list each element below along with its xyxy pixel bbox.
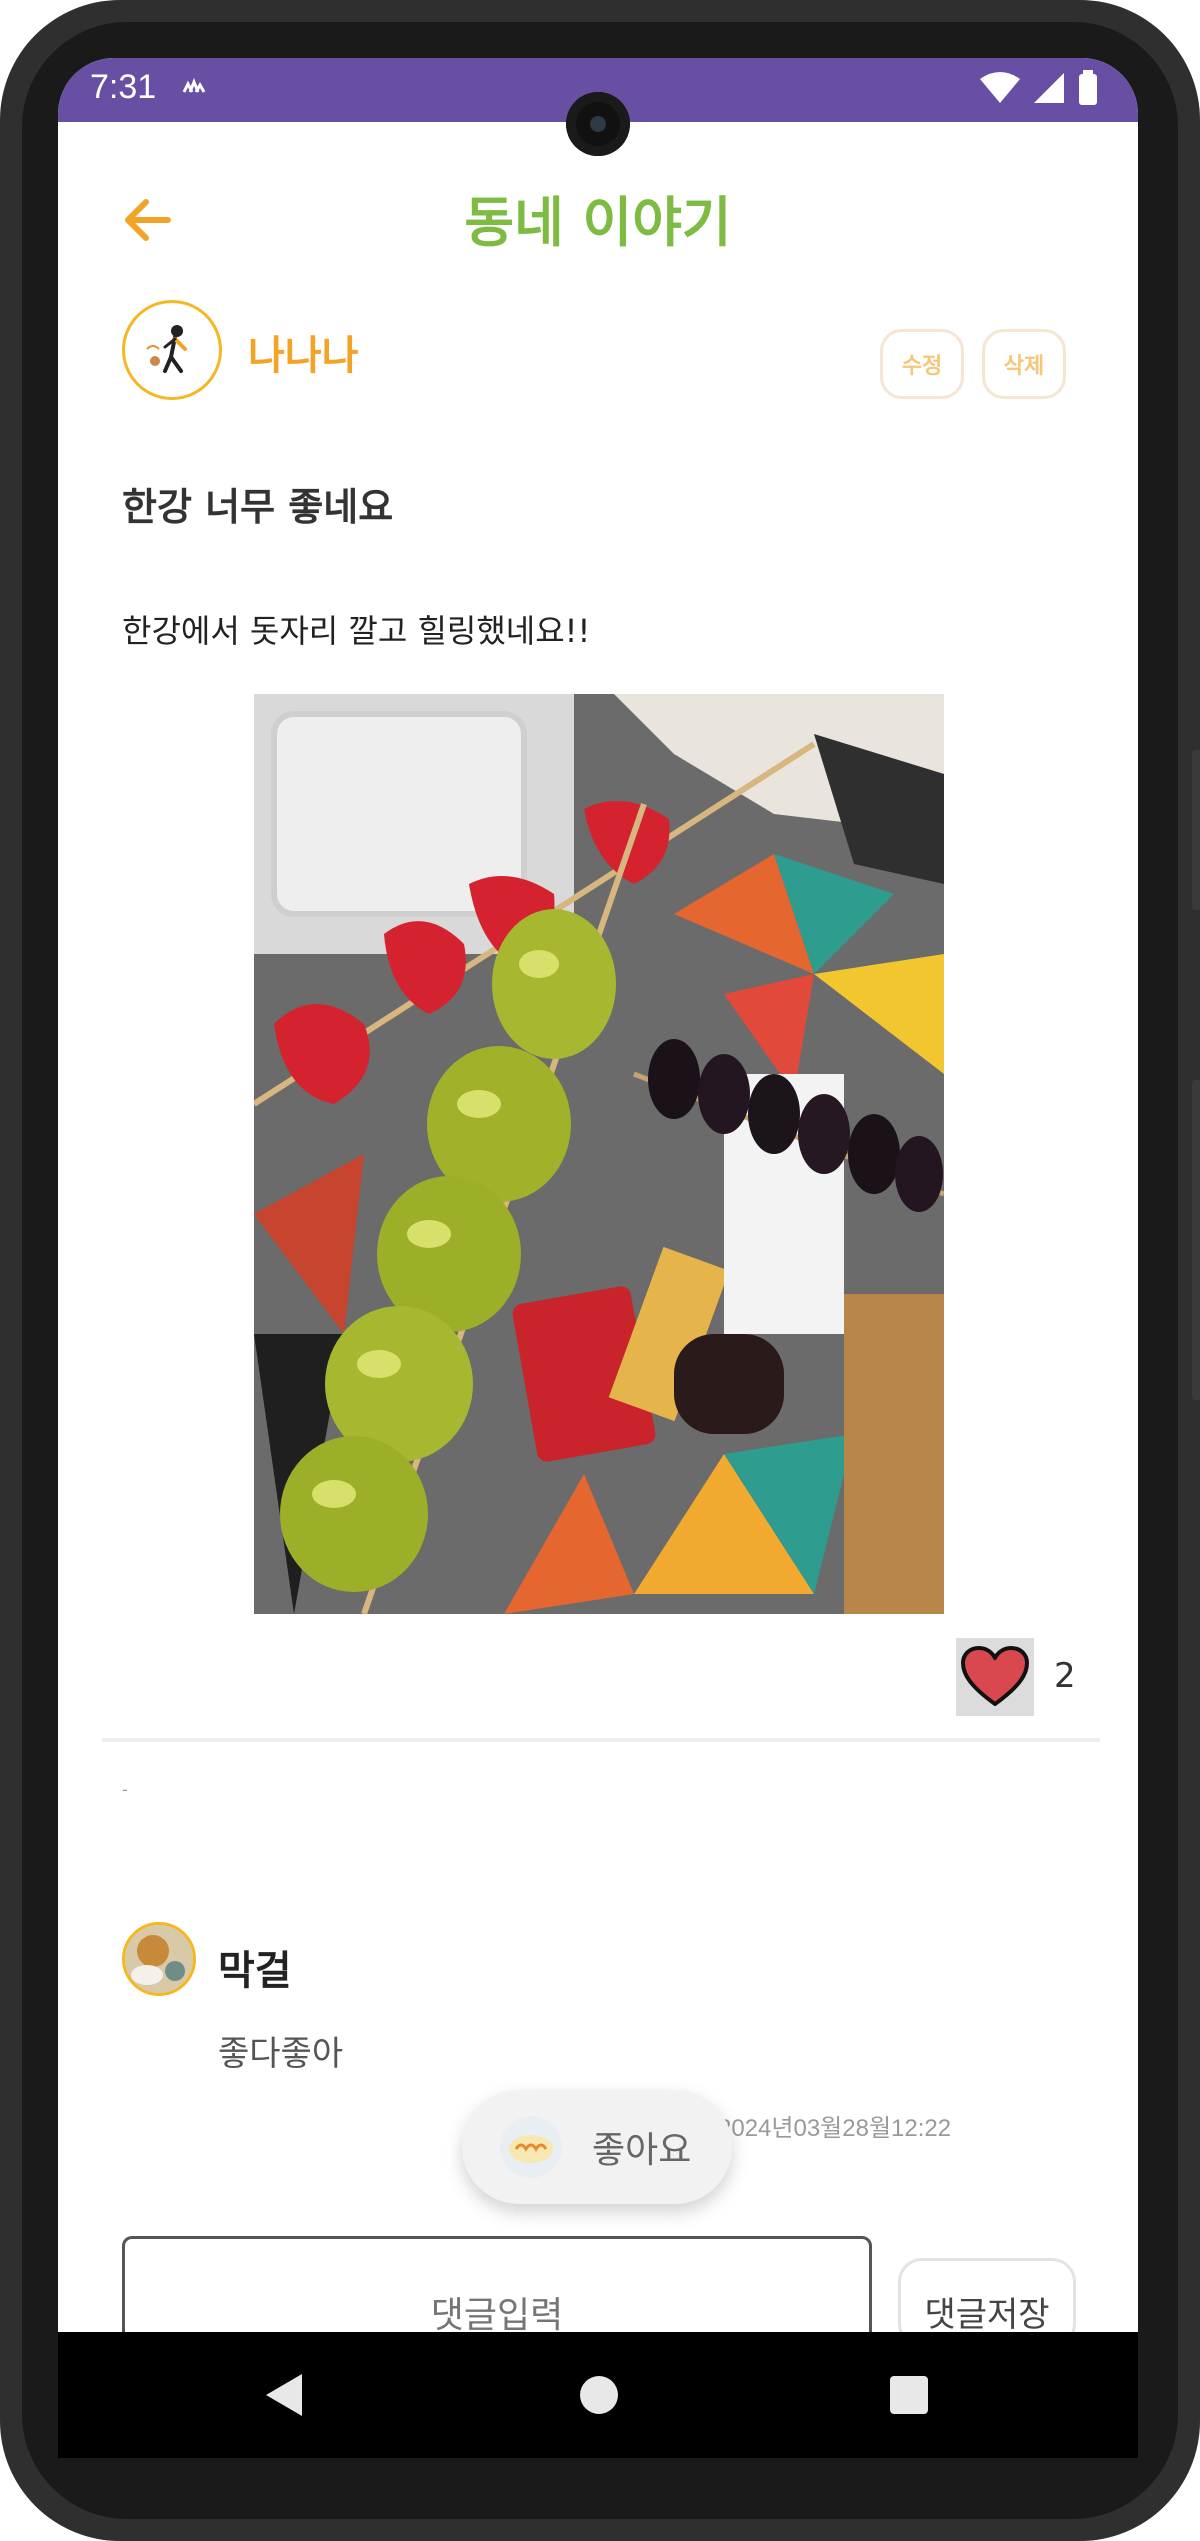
post-author: 나나나	[248, 333, 359, 379]
app-logo-icon	[500, 2116, 562, 2178]
status-time: 7:31	[90, 68, 157, 106]
like-button[interactable]	[956, 1638, 1034, 1716]
comment-input[interactable]	[125, 2239, 869, 2343]
nav-recents-icon[interactable]	[890, 2376, 928, 2414]
post-body: 한강에서 돗자리 깔고 힐링했네요!!	[122, 612, 591, 650]
toast-message: 좋아요	[462, 2090, 732, 2204]
heart-icon	[961, 1646, 1029, 1706]
nav-home-icon[interactable]	[580, 2376, 618, 2414]
toast-text: 좋아요	[592, 2130, 692, 2171]
author-avatar[interactable]	[122, 300, 222, 400]
edit-button[interactable]: 수정	[880, 329, 964, 399]
nav-back-icon[interactable]	[266, 2374, 302, 2416]
comment-author: 막걸	[218, 1948, 292, 1994]
front-camera	[566, 92, 630, 156]
page-title: 동네 이야기	[464, 191, 732, 254]
divider	[102, 1738, 1100, 1742]
phone: 7:31 동네 이야기 나나나 수정 삭제 한강 너무 좋네요 한강에서 돗자리…	[0, 0, 1200, 2541]
signal-icon	[1032, 71, 1066, 109]
screen: 7:31 동네 이야기 나나나 수정 삭제 한강 너무 좋네요 한강에서 돗자리…	[58, 58, 1138, 2458]
wifi-icon	[980, 71, 1020, 109]
comment-input-box[interactable]	[122, 2236, 872, 2346]
post-photo	[254, 694, 944, 1614]
battery-icon	[1078, 70, 1098, 110]
weather-icon	[180, 74, 208, 102]
delete-button[interactable]: 삭제	[982, 329, 1066, 399]
comment-avatar[interactable]	[122, 1922, 196, 1996]
volume-button	[1192, 1080, 1200, 1400]
navigation-bar	[58, 2332, 1138, 2458]
like-count: 2	[1054, 1656, 1076, 1696]
comment-date: 2024년03월28월12:22	[718, 2115, 952, 2142]
power-button	[1192, 750, 1200, 910]
comment-text: 좋다좋아	[218, 2034, 344, 2074]
separator-mark: -	[122, 1780, 128, 1799]
post-title: 한강 너무 좋네요	[122, 485, 394, 529]
